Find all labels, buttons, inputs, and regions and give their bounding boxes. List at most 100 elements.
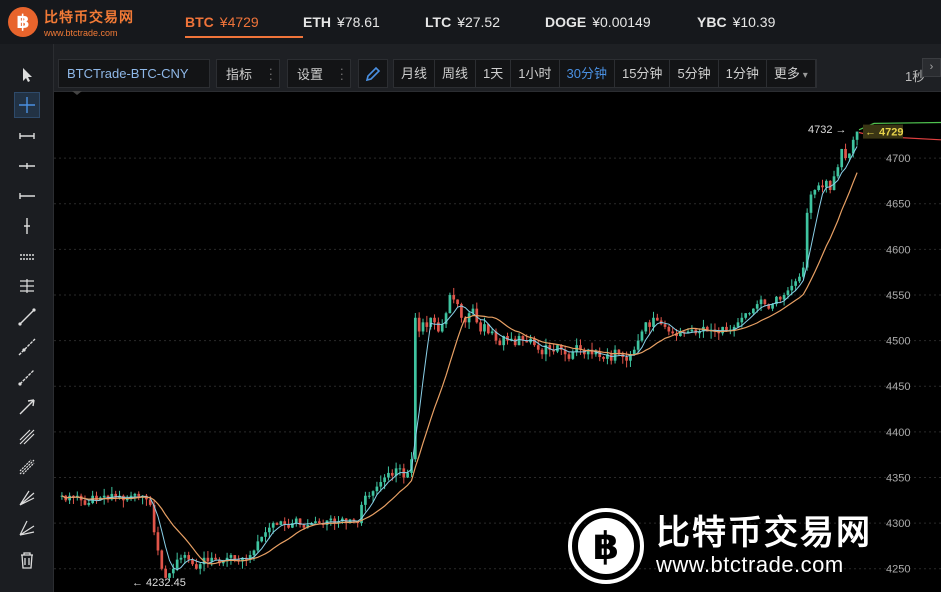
watermark: ฿ 比特币交易网 www.btctrade.com xyxy=(568,508,872,584)
y-tick-label: 4350 xyxy=(886,472,910,484)
candle-body xyxy=(95,495,98,501)
watermark-text: 比特币交易网 www.btctrade.com xyxy=(656,514,872,578)
candle-body xyxy=(636,340,640,350)
trend-line-icon[interactable] xyxy=(14,304,40,330)
candle-body xyxy=(809,194,813,213)
arrow-line-icon[interactable] xyxy=(14,394,40,420)
candle-body xyxy=(160,550,164,569)
candle-body xyxy=(252,550,256,556)
candle-body xyxy=(748,313,751,315)
candle-body xyxy=(133,493,137,496)
y-tick-label: 4250 xyxy=(886,564,910,576)
horizontal-segment-icon[interactable] xyxy=(14,183,40,209)
candle-body xyxy=(498,340,502,346)
brand-logo[interactable]: ฿ 比特币交易网 www.btctrade.com xyxy=(8,7,176,38)
period-month[interactable]: 月线 xyxy=(394,60,436,87)
period-30m[interactable]: 30分钟 xyxy=(560,60,615,87)
fibonacci-icon[interactable] xyxy=(14,243,40,269)
candle-body xyxy=(287,524,290,528)
ticker-symbol: YBC xyxy=(697,14,727,30)
candle-body xyxy=(317,521,321,524)
candle-body xyxy=(456,299,459,305)
candle-body xyxy=(268,527,271,533)
candle-body xyxy=(375,486,379,492)
candle-body xyxy=(214,557,217,560)
candle-body xyxy=(87,503,91,505)
ticker-price: ¥4729 xyxy=(219,14,259,30)
y-tick-label: 4400 xyxy=(886,427,910,439)
y-tick-label: 4650 xyxy=(886,199,910,211)
ray-line-icon[interactable] xyxy=(14,364,40,390)
ma-fast-line xyxy=(61,146,858,571)
candle-body xyxy=(171,568,175,574)
ticker-ybc[interactable]: YBC ¥10.39 xyxy=(697,0,807,44)
pitchfork-icon[interactable] xyxy=(14,454,40,480)
ticker-eth[interactable]: ETH ¥78.61 xyxy=(303,0,425,44)
draw-pen-button[interactable] xyxy=(358,59,388,88)
candle-body xyxy=(179,557,183,560)
trash-icon[interactable] xyxy=(14,547,40,573)
ticker-ltc[interactable]: LTC ¥27.52 xyxy=(425,0,545,44)
candle-body xyxy=(156,532,160,551)
candle-body xyxy=(206,557,210,562)
period-1m[interactable]: 1分钟 xyxy=(719,60,767,87)
period-1d[interactable]: 1天 xyxy=(476,60,512,87)
vertical-line-icon[interactable] xyxy=(14,213,40,239)
crosshair-icon[interactable] xyxy=(14,92,40,118)
period-week[interactable]: 周线 xyxy=(435,60,477,87)
fan-lines-icon[interactable] xyxy=(14,485,40,511)
candle-body xyxy=(655,317,659,321)
ticker-doge[interactable]: DOGE ¥0.00149 xyxy=(545,0,697,44)
extended-line-icon[interactable] xyxy=(14,334,40,360)
horizontal-ray-icon[interactable] xyxy=(14,123,40,149)
more-dots-icon: · · · xyxy=(339,61,344,86)
candle-body xyxy=(571,351,575,359)
brand-name: 比特币交易网 xyxy=(44,8,134,25)
candle-body xyxy=(210,557,214,562)
period-more-dropdown[interactable]: 更多 xyxy=(767,60,816,87)
candle-body xyxy=(721,326,724,334)
candle-body xyxy=(421,322,425,332)
ticker-price: ¥0.00149 xyxy=(592,14,651,30)
candle-body xyxy=(778,296,782,300)
candle-body xyxy=(840,148,844,168)
low-price-label: ← 4232.45 xyxy=(132,577,186,589)
candle-body xyxy=(759,299,763,305)
candle-body xyxy=(479,322,482,332)
last-price-label: ← 4729 xyxy=(865,127,904,139)
candle-body xyxy=(640,331,644,341)
speed-lines-icon[interactable] xyxy=(14,515,40,541)
candle-body xyxy=(844,148,847,159)
candle-body xyxy=(667,326,671,332)
candle-body xyxy=(448,294,452,314)
candle-body xyxy=(440,324,444,332)
indicators-button[interactable]: 指标 · · · xyxy=(216,59,280,88)
candle-body xyxy=(740,317,744,323)
parallel-lines-icon[interactable] xyxy=(14,273,40,299)
gann-fan-icon[interactable] xyxy=(14,424,40,450)
cursor-icon[interactable] xyxy=(14,62,40,88)
candle-body xyxy=(433,317,436,323)
candle-body xyxy=(798,276,801,282)
period-15m[interactable]: 15分钟 xyxy=(615,60,671,87)
candle-body xyxy=(736,322,740,327)
high-price-label: 4732 → xyxy=(808,124,847,136)
ticker-symbol: DOGE xyxy=(545,14,587,30)
candle-body xyxy=(609,354,613,361)
symbol-search-input[interactable]: BTCTrade-BTC-CNY xyxy=(58,59,210,88)
candle-body xyxy=(425,322,429,327)
candle-body xyxy=(567,354,571,359)
candle-body xyxy=(855,131,859,140)
candle-body xyxy=(187,555,191,560)
ticker-btc[interactable]: BTC ¥4729 xyxy=(185,0,303,44)
period-5m[interactable]: 5分钟 xyxy=(670,60,719,87)
candle-body xyxy=(83,500,87,505)
horizontal-line-icon[interactable] xyxy=(14,153,40,179)
toolbar-scroll-right-icon[interactable]: › xyxy=(922,58,941,77)
drawing-tools-sidebar xyxy=(0,44,54,592)
candle-body xyxy=(813,190,817,195)
settings-button[interactable]: 设置 · · · xyxy=(287,59,351,88)
period-1h[interactable]: 1小时 xyxy=(511,60,560,87)
candle-body xyxy=(602,357,605,359)
candle-body xyxy=(817,185,821,191)
